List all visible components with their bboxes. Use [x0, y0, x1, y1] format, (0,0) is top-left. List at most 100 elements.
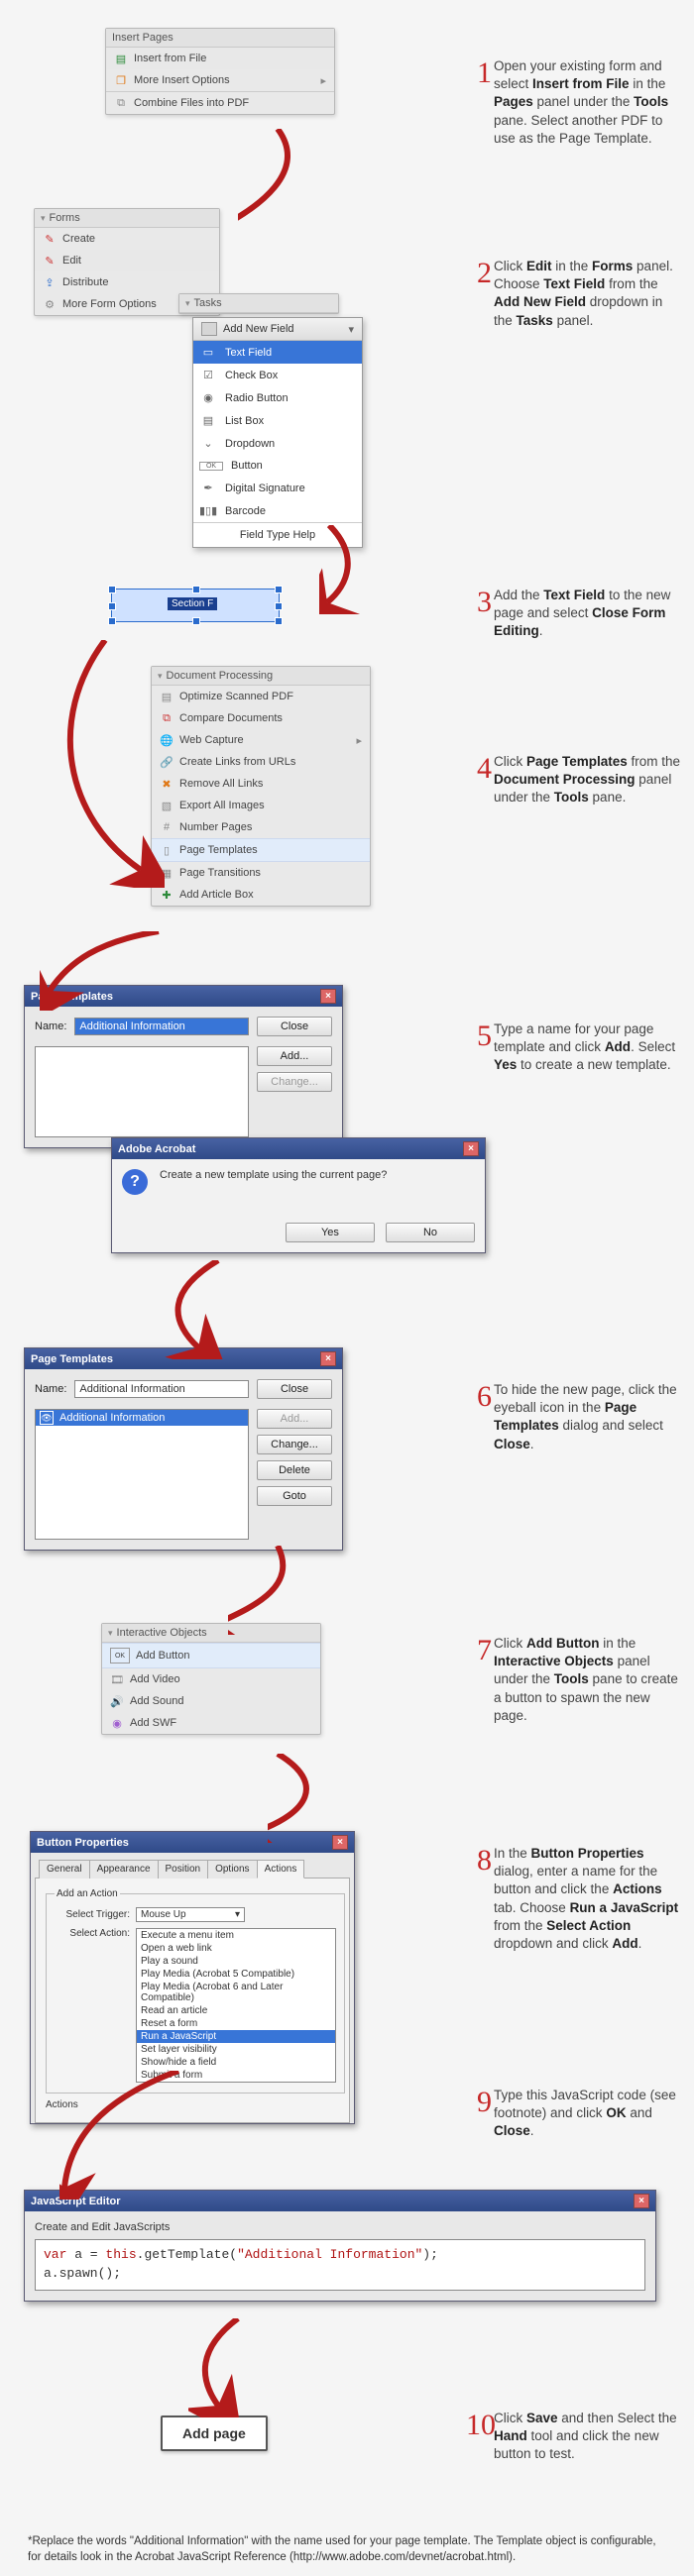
trigger-select[interactable]: Mouse Up▾	[136, 1907, 245, 1922]
panel-title: ▾Document Processing	[152, 667, 370, 686]
close-button[interactable]: Close	[257, 1379, 332, 1399]
template-list[interactable]	[35, 1046, 249, 1137]
step-number: 3	[466, 583, 492, 623]
action-option-selected[interactable]: Run a JavaScript	[137, 2030, 335, 2043]
action-option[interactable]: Open a web link	[137, 1942, 335, 1955]
checkbox-item[interactable]: ☑Check Box	[193, 364, 362, 386]
submenu-arrow-icon: ▸	[320, 74, 326, 87]
button-properties-dialog: Button Properties× General Appearance Po…	[30, 1831, 355, 2124]
menu-head[interactable]: Add New Field▾	[193, 318, 362, 341]
action-option[interactable]: Read an article	[137, 2004, 335, 2017]
radio-item[interactable]: ◉Radio Button	[193, 386, 362, 409]
add-button[interactable]: Add...	[257, 1409, 332, 1429]
edit-icon: ✎	[43, 254, 57, 268]
removelinks-item[interactable]: ✖Remove All Links	[152, 773, 370, 795]
close-button[interactable]: Close	[257, 1017, 332, 1036]
code-editor[interactable]: var a = this.getTemplate("Additional Inf…	[35, 2239, 645, 2291]
action-label: Select Action:	[55, 1928, 130, 1939]
add-action-legend: Add an Action	[55, 1888, 120, 1899]
button-item[interactable]: OKButton	[193, 455, 362, 477]
add-video-item[interactable]: 🎞Add Video	[102, 1668, 320, 1690]
barcode-item[interactable]: ▮▯▮Barcode	[193, 499, 362, 522]
text-field-item[interactable]: ▭Text Field	[193, 341, 362, 364]
compare-item[interactable]: ⧉Compare Documents	[152, 707, 370, 729]
delete-button[interactable]: Delete	[257, 1460, 332, 1480]
dropdown-arrow-icon: ▾	[348, 323, 354, 336]
action-option[interactable]: Play Media (Acrobat 6 and Later Compatib…	[137, 1981, 335, 2004]
insert-from-file-item[interactable]: ▤Insert from File	[106, 48, 334, 69]
collapse-icon[interactable]: ▾	[185, 298, 190, 309]
more-insert-options-item[interactable]: ❐More Insert Options▸	[106, 69, 334, 91]
close-icon[interactable]: ×	[320, 1351, 336, 1366]
goto-button[interactable]: Goto	[257, 1486, 332, 1506]
step-6: 6To hide the new page, click the eyeball…	[494, 1381, 682, 1453]
sound-icon: 🔊	[110, 1694, 124, 1708]
number-icon: #	[160, 820, 174, 834]
combine-files-item[interactable]: ⧉Combine Files into PDF	[106, 92, 334, 114]
action-option[interactable]: Execute a menu item	[137, 1929, 335, 1942]
no-button[interactable]: No	[386, 1223, 475, 1242]
transitions-item[interactable]: ▦Page Transitions	[152, 862, 370, 884]
template-name-input[interactable]: Additional Information	[74, 1018, 249, 1035]
tab-appearance[interactable]: Appearance	[89, 1860, 159, 1878]
close-icon[interactable]: ×	[320, 989, 336, 1004]
optimize-item[interactable]: ▤Optimize Scanned PDF	[152, 686, 370, 707]
action-option[interactable]: Play Media (Acrobat 5 Compatible)	[137, 1968, 335, 1981]
yes-button[interactable]: Yes	[286, 1223, 375, 1242]
field-type-help[interactable]: Field Type Help	[193, 522, 362, 547]
template-list-item[interactable]: Additional Information	[59, 1412, 165, 1424]
step-2: 2Click Edit in the Forms panel. Choose T…	[494, 258, 682, 330]
create-item[interactable]: ✎Create	[35, 228, 219, 250]
signature-item[interactable]: ✒Digital Signature	[193, 477, 362, 499]
change-button[interactable]: Change...	[257, 1435, 332, 1454]
insert-pages-panel: Insert Pages ▤Insert from File ❐More Ins…	[105, 28, 335, 115]
edit-item[interactable]: ✎Edit	[35, 250, 219, 271]
action-select[interactable]: Execute a menu item Open a web link Play…	[136, 1928, 336, 2083]
action-option[interactable]: Submit a form	[137, 2069, 335, 2082]
close-icon[interactable]: ×	[463, 1141, 479, 1156]
template-list[interactable]: 👁 Additional Information	[35, 1409, 249, 1540]
page-templates-dialog-2: Page Templates× Name: Additional Informa…	[24, 1347, 343, 1551]
action-option[interactable]: Set layer visibility	[137, 2043, 335, 2056]
compare-icon: ⧉	[160, 711, 174, 725]
add-sound-item[interactable]: 🔊Add Sound	[102, 1690, 320, 1712]
dropdown-item[interactable]: ⌄Dropdown	[193, 432, 362, 455]
action-option[interactable]: Show/hide a field	[137, 2056, 335, 2069]
dialog-title: Button Properties×	[31, 1832, 354, 1853]
close-icon[interactable]: ×	[634, 2194, 649, 2208]
text-field-preview[interactable]: Section F	[111, 589, 280, 622]
eyeball-icon[interactable]: 👁	[40, 1411, 54, 1425]
button-icon: OK	[199, 462, 223, 471]
actions-section-label: Actions	[46, 2099, 339, 2110]
add-page-button[interactable]: Add page	[161, 2415, 268, 2451]
dropdown-icon: ⌄	[199, 437, 217, 450]
change-button[interactable]: Change...	[257, 1072, 332, 1092]
tab-options[interactable]: Options	[207, 1860, 257, 1878]
action-option[interactable]: Play a sound	[137, 1955, 335, 1968]
article-item[interactable]: ✚Add Article Box	[152, 884, 370, 906]
createlinks-item[interactable]: 🔗Create Links from URLs	[152, 751, 370, 773]
template-name-input[interactable]: Additional Information	[74, 1380, 249, 1398]
collapse-icon[interactable]: ▾	[108, 1628, 113, 1639]
tab-position[interactable]: Position	[158, 1860, 209, 1878]
add-swf-item[interactable]: ◉Add SWF	[102, 1712, 320, 1734]
add-button-item[interactable]: OKAdd Button	[102, 1643, 320, 1668]
page-templates-item[interactable]: ▯Page Templates	[152, 838, 370, 862]
submenu-arrow-icon: ▸	[356, 734, 362, 747]
collapse-icon[interactable]: ▾	[158, 671, 163, 682]
collapse-icon[interactable]: ▾	[41, 213, 46, 224]
listbox-item[interactable]: ▤List Box	[193, 409, 362, 432]
field-icon	[201, 322, 217, 336]
webcapture-item[interactable]: 🌐Web Capture▸	[152, 729, 370, 751]
action-option[interactable]: Reset a form	[137, 2017, 335, 2030]
exportimg-item[interactable]: ▧Export All Images	[152, 795, 370, 816]
add-button[interactable]: Add...	[257, 1046, 332, 1066]
tab-actions[interactable]: Actions	[257, 1860, 305, 1878]
step-10: 10Click Save and then Select the Hand to…	[494, 2410, 682, 2464]
close-icon[interactable]: ×	[332, 1835, 348, 1850]
distribute-item[interactable]: ⇪Distribute	[35, 271, 219, 293]
combine-icon: ⧉	[114, 96, 128, 110]
tab-general[interactable]: General	[39, 1860, 90, 1878]
barcode-icon: ▮▯▮	[199, 504, 217, 517]
numpages-item[interactable]: #Number Pages	[152, 816, 370, 838]
